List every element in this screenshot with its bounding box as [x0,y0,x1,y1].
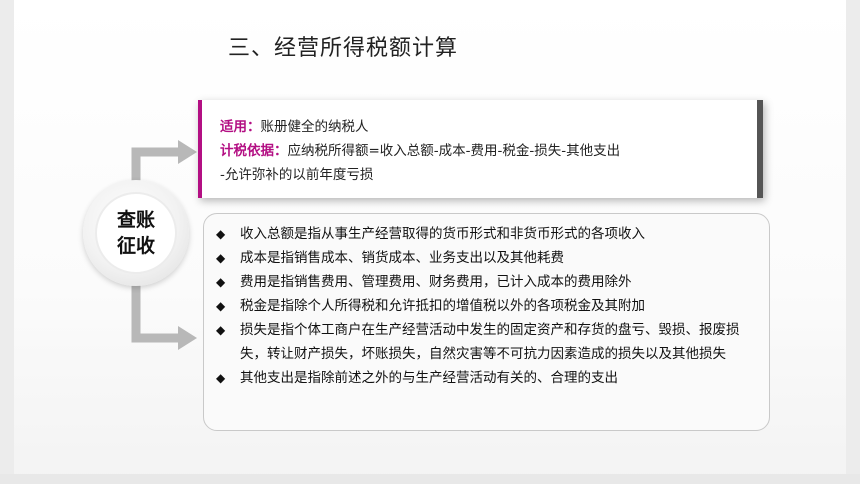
diamond-bullet-icon: ◆ [216,371,226,385]
lower-arrow-head [178,326,197,350]
basis-label: 计税依据： [220,143,288,159]
basis-text: 应纳税所得额=收入总额-成本-费用-税金-损失-其他支出 [287,143,621,159]
circle-badge-label: 查账 征收 [116,209,155,257]
basis-line: 计税依据：应纳税所得额=收入总额-成本-费用-税金-损失-其他支出 [220,139,745,163]
basis-continuation: -允许弥补的以前年度亏损 [220,167,374,183]
list-item: ◆ 费用是指销售费用、管理费用、财务费用，已计入成本的费用除外 [216,270,759,294]
list-item-text: 税金是指除个人所得税和允许抵扣的增值税以外的各项税金及其附加 [240,298,645,314]
list-item: ◆ 税金是指除个人所得税和允许抵扣的增值税以外的各项税金及其附加 [216,294,759,318]
list-item-text: 损失是指个体工商户在生产经营活动中发生的固定资产和存货的盘亏、毁损、报废损失，转… [240,322,740,362]
list-item-text: 成本是指销售成本、销货成本、业务支出以及其他耗费 [240,250,564,266]
list-item-text: 收入总额是指从事生产经营取得的货币形式和非货币形式的各项收入 [240,226,645,242]
list-item: ◆ 成本是指销售成本、销货成本、业务支出以及其他耗费 [216,246,759,270]
applicable-text: 账册健全的纳税人 [260,119,369,135]
list-item-text: 费用是指销售费用、管理费用、财务费用，已计入成本的费用除外 [240,274,632,290]
list-item: ◆ 其他支出是指除前述之外的与生产经营活动有关的、合理的支出 [216,366,759,390]
list-item: ◆ 损失是指个体工商户在生产经营活动中发生的固定资产和存货的盘亏、毁损、报废损失… [216,318,759,366]
list-item-text: 其他支出是指除前述之外的与生产经营活动有关的、合理的支出 [240,370,618,386]
info-box: 适用：账册健全的纳税人 计税依据：应纳税所得额=收入总额-成本-费用-税金-损失… [198,100,763,198]
slide: 三、经营所得税额计算 查账 征收 适用：账册健全的纳税人 计税依据：应纳税所得额… [0,0,860,484]
applicable-label: 适用： [220,119,261,135]
diamond-bullet-icon: ◆ [216,323,226,337]
upper-arrow-head [178,140,197,164]
list-item: ◆ 收入总额是指从事生产经营取得的货币形式和非货币形式的各项收入 [216,222,759,246]
applicable-line: 适用：账册健全的纳税人 [220,115,745,139]
diamond-bullet-icon: ◆ [216,251,226,265]
circle-badge: 查账 征收 [95,192,177,274]
definitions-list: ◆ 收入总额是指从事生产经营取得的货币形式和非货币形式的各项收入 ◆ 成本是指销… [203,213,770,431]
diamond-bullet-icon: ◆ [216,299,226,313]
diamond-bullet-icon: ◆ [216,227,226,241]
diamond-bullet-icon: ◆ [216,275,226,289]
